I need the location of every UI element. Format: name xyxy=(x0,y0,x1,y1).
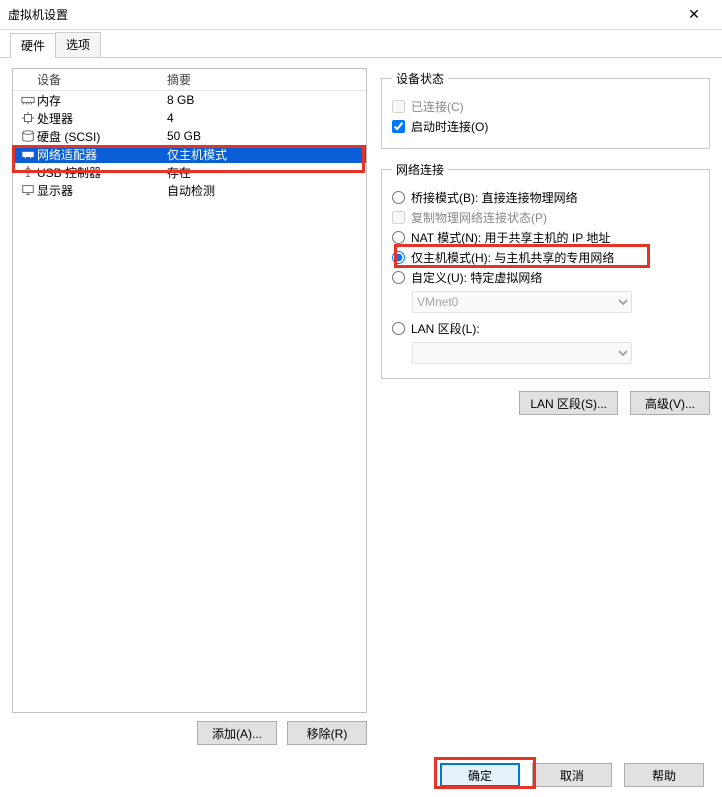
tab-hardware[interactable]: 硬件 xyxy=(10,33,56,58)
memory-icon xyxy=(19,93,37,107)
list-item-label: 内存 xyxy=(37,92,167,109)
hw-row-network[interactable]: 网络适配器 仅主机模式 xyxy=(13,145,366,163)
list-item-label: 网络适配器 xyxy=(37,146,167,163)
list-item-summary: 50 GB xyxy=(167,129,366,143)
lanseg-radio[interactable] xyxy=(392,322,405,335)
usb-icon xyxy=(19,165,37,179)
connected-checkbox-label: 已连接(C) xyxy=(392,98,699,115)
list-item-summary: 自动检测 xyxy=(167,182,366,199)
network-connection-group: 网络连接 桥接模式(B): 直接连接物理网络 复制物理网络连接状态(P) NAT… xyxy=(381,161,710,379)
connect-at-poweron-checkbox[interactable] xyxy=(392,120,405,133)
cancel-button[interactable]: 取消 xyxy=(532,763,612,787)
hardware-list-header: 设备 摘要 xyxy=(13,69,366,91)
custom-radio[interactable] xyxy=(392,271,405,284)
ok-button[interactable]: 确定 xyxy=(440,763,520,787)
list-item-label: 处理器 xyxy=(37,110,167,127)
network-icon xyxy=(19,147,37,161)
hw-row-cpu[interactable]: 处理器 4 xyxy=(13,109,366,127)
nat-radio[interactable] xyxy=(392,231,405,244)
cpu-icon xyxy=(19,111,37,125)
advanced-button[interactable]: 高级(V)... xyxy=(630,391,710,415)
hw-row-display[interactable]: 显示器 自动检测 xyxy=(13,181,366,199)
hostonly-radio-label[interactable]: 仅主机模式(H): 与主机共享的专用网络 xyxy=(392,249,699,266)
add-hardware-button[interactable]: 添加(A)... xyxy=(197,721,277,745)
help-button[interactable]: 帮助 xyxy=(624,763,704,787)
list-item-summary: 仅主机模式 xyxy=(167,146,366,163)
hw-row-disk[interactable]: 硬盘 (SCSI) 50 GB xyxy=(13,127,366,145)
bridged-radio-label[interactable]: 桥接模式(B): 直接连接物理网络 xyxy=(392,189,699,206)
nat-radio-label[interactable]: NAT 模式(N): 用于共享主机的 IP 地址 xyxy=(392,229,699,246)
list-item-summary: 8 GB xyxy=(167,93,366,107)
replicate-checkbox xyxy=(392,211,405,224)
custom-vmnet-select: VMnet0 xyxy=(412,291,632,313)
connect-at-poweron-label[interactable]: 启动时连接(O) xyxy=(392,118,699,135)
list-item-label: 显示器 xyxy=(37,182,167,199)
hardware-list[interactable]: 设备 摘要 内存 8 GB 处理器 4 xyxy=(12,68,367,713)
device-state-legend: 设备状态 xyxy=(392,70,448,87)
connected-checkbox xyxy=(392,100,405,113)
lanseg-select xyxy=(412,342,632,364)
hw-row-memory[interactable]: 内存 8 GB xyxy=(13,91,366,109)
network-connection-legend: 网络连接 xyxy=(392,161,448,178)
device-state-group: 设备状态 已连接(C) 启动时连接(O) xyxy=(381,70,710,149)
hw-row-usb[interactable]: USB 控制器 存在 xyxy=(13,163,366,181)
list-item-summary: 4 xyxy=(167,111,366,125)
lanseg-radio-label[interactable]: LAN 区段(L): xyxy=(392,320,699,337)
hostonly-radio[interactable] xyxy=(392,251,405,264)
lan-segments-button[interactable]: LAN 区段(S)... xyxy=(519,391,618,415)
list-item-summary: 存在 xyxy=(167,164,366,181)
close-icon[interactable] xyxy=(674,1,714,29)
tab-options[interactable]: 选项 xyxy=(55,32,101,57)
remove-hardware-button[interactable]: 移除(R) xyxy=(287,721,367,745)
bridged-radio[interactable] xyxy=(392,191,405,204)
replicate-checkbox-label: 复制物理网络连接状态(P) xyxy=(392,209,699,226)
disk-icon xyxy=(19,129,37,143)
custom-radio-label[interactable]: 自定义(U): 特定虚拟网络 xyxy=(392,269,699,286)
list-item-label: 硬盘 (SCSI) xyxy=(37,128,167,145)
display-icon xyxy=(19,183,37,197)
window-title: 虚拟机设置 xyxy=(8,6,674,23)
list-item-label: USB 控制器 xyxy=(37,164,167,181)
